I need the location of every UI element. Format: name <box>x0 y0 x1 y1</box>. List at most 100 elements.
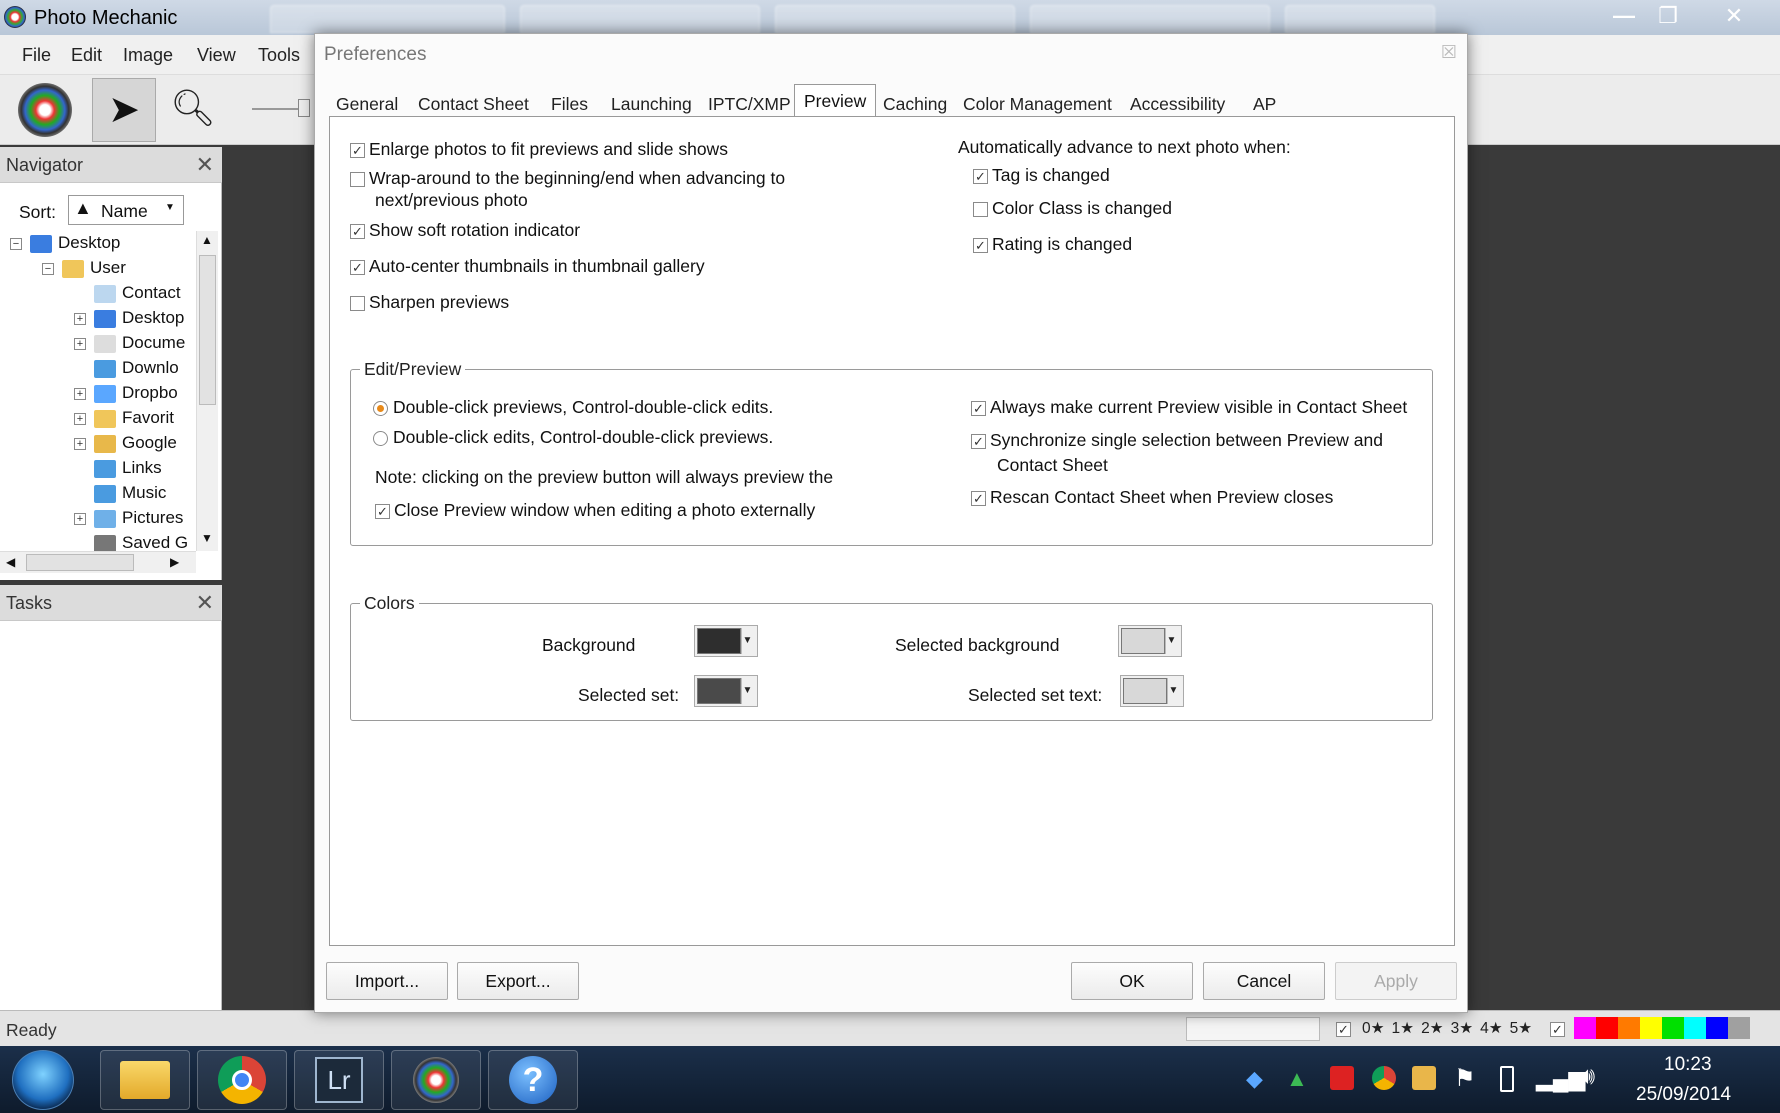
expand-toggle-icon[interactable]: + <box>74 412 86 425</box>
battery-icon[interactable] <box>1500 1066 1514 1092</box>
scroll-thumb[interactable] <box>26 554 134 571</box>
selected-background-color-picker[interactable]: ▼ <box>1118 625 1182 657</box>
photo-mechanic-icon[interactable] <box>391 1050 481 1110</box>
color-class-filter-5[interactable] <box>1684 1017 1706 1039</box>
tray-drive-icon[interactable]: ▲ <box>1286 1066 1308 1092</box>
tray-antivirus-icon[interactable] <box>1330 1066 1354 1090</box>
explorer-icon[interactable] <box>100 1050 190 1110</box>
tree-item[interactable]: + Dropbo <box>74 383 178 407</box>
menu-file[interactable]: File <box>22 45 51 66</box>
network-icon[interactable]: ▂▄▆ <box>1536 1066 1585 1092</box>
browser-tab[interactable] <box>270 5 505 33</box>
checkbox[interactable]: ✓ <box>971 433 986 449</box>
scroll-right-icon[interactable]: ▶ <box>170 555 179 569</box>
expand-toggle-icon[interactable]: + <box>74 437 86 450</box>
checkbox[interactable]: ✓ <box>971 400 986 416</box>
tree-item[interactable]: − Desktop <box>10 233 120 257</box>
tag-changed-option[interactable]: ✓ Tag is changed <box>973 165 1110 186</box>
wrap-around-option[interactable]: Wrap-around to the beginning/end when ad… <box>350 168 785 189</box>
tree-item[interactable]: + Favorit <box>74 408 174 432</box>
color-class-filter-6[interactable] <box>1706 1017 1728 1039</box>
selected-set-color-picker[interactable]: ▼ <box>694 675 758 707</box>
browser-tab[interactable] <box>1030 5 1270 33</box>
scroll-down-icon[interactable]: ▼ <box>201 531 213 545</box>
rating-filter-4[interactable]: 4★ <box>1480 1020 1503 1037</box>
radio-button[interactable] <box>373 400 388 416</box>
expand-toggle-icon[interactable]: + <box>74 512 86 525</box>
rating-filter-3[interactable]: 3★ <box>1451 1020 1474 1037</box>
horizontal-scrollbar[interactable]: ◀ ▶ <box>0 551 196 573</box>
color-class-filter-1[interactable] <box>1596 1017 1618 1039</box>
background-color-picker[interactable]: ▼ <box>694 625 758 657</box>
tree-item[interactable]: Contact <box>74 283 181 307</box>
checkbox[interactable]: ✓ <box>971 490 986 506</box>
zoom-slider-handle[interactable] <box>298 99 310 117</box>
close-preview-option[interactable]: ✓ Close Preview window when editing a pho… <box>375 500 815 521</box>
color-class-filter-4[interactable] <box>1662 1017 1684 1039</box>
menu-image[interactable]: Image <box>123 45 173 66</box>
volume-icon[interactable]: 🔊︎ <box>1580 1063 1595 1091</box>
tree-item[interactable]: Saved G <box>74 533 188 551</box>
double-click-edits-radio[interactable]: Double-click edits, Control-double-click… <box>373 427 773 448</box>
scroll-left-icon[interactable]: ◀ <box>6 555 15 569</box>
checkbox[interactable] <box>973 201 988 217</box>
sharpen-previews-option[interactable]: Sharpen previews <box>350 292 509 313</box>
lightroom-icon[interactable]: Lr <box>294 1050 384 1110</box>
rating-filter-2[interactable]: 2★ <box>1421 1020 1444 1037</box>
rescan-contact-sheet-option[interactable]: ✓ Rescan Contact Sheet when Preview close… <box>971 487 1333 508</box>
dialog-close-icon[interactable]: ☒ <box>1441 42 1457 63</box>
expand-toggle-icon[interactable]: + <box>74 312 86 325</box>
browser-tab[interactable] <box>775 5 1015 33</box>
menu-view[interactable]: View <box>197 45 236 66</box>
maximize-button[interactable]: ❐ <box>1646 2 1690 30</box>
checkbox[interactable] <box>350 171 365 187</box>
clock-time[interactable]: 10:23 <box>1664 1054 1712 1076</box>
soft-rotation-option[interactable]: ✓ Show soft rotation indicator <box>350 220 580 241</box>
close-icon[interactable]: ✕ <box>196 590 214 616</box>
tray-chrome-icon[interactable] <box>1372 1066 1396 1090</box>
color-class-filter-7[interactable] <box>1728 1017 1750 1039</box>
checkbox[interactable]: ✓ <box>350 223 365 239</box>
apply-button[interactable]: Apply <box>1335 962 1457 1000</box>
scroll-thumb[interactable] <box>199 255 216 405</box>
close-button[interactable]: ✕ <box>1712 2 1756 30</box>
tree-item[interactable]: − User <box>42 258 126 282</box>
scroll-up-icon[interactable]: ▲ <box>201 233 213 247</box>
always-visible-option[interactable]: ✓ Always make current Preview visible in … <box>971 397 1407 418</box>
checkbox[interactable]: ✓ <box>375 503 390 519</box>
tab-preview[interactable]: Preview <box>794 84 877 118</box>
tree-item[interactable]: + Pictures <box>74 508 183 532</box>
import-button[interactable]: Import... <box>326 962 448 1000</box>
menu-edit[interactable]: Edit <box>71 45 102 66</box>
rating-changed-option[interactable]: ✓ Rating is changed <box>973 234 1132 255</box>
minimize-button[interactable]: — <box>1602 2 1646 30</box>
checkbox[interactable]: ✓ <box>973 237 988 253</box>
settings-gear-icon[interactable] <box>18 83 72 137</box>
expand-toggle-icon[interactable]: − <box>10 237 22 250</box>
color-class-filter-0[interactable] <box>1574 1017 1596 1039</box>
tree-item[interactable]: + Desktop <box>74 308 184 332</box>
double-click-previews-radio[interactable]: Double-click previews, Control-double-cl… <box>373 397 773 418</box>
tree-item[interactable]: + Google <box>74 433 177 457</box>
expand-toggle-icon[interactable]: + <box>74 337 86 350</box>
cancel-button[interactable]: Cancel <box>1203 962 1325 1000</box>
clock-date[interactable]: 25/09/2014 <box>1636 1084 1731 1106</box>
expand-toggle-icon[interactable]: − <box>42 262 54 275</box>
checkbox[interactable]: ✓ <box>973 168 988 184</box>
help-icon[interactable]: ? <box>488 1050 578 1110</box>
rating-filter-1[interactable]: 1★ <box>1392 1020 1415 1037</box>
tray-dropbox-icon[interactable]: ◆ <box>1246 1066 1263 1092</box>
export-button[interactable]: Export... <box>457 962 579 1000</box>
synchronize-selection-option[interactable]: ✓ Synchronize single selection between Pr… <box>971 430 1383 451</box>
rating-filter-5[interactable]: 5★ <box>1510 1020 1533 1037</box>
select-tool-button[interactable]: ➤ <box>92 78 156 142</box>
sort-dropdown[interactable]: ▲ Name ▼ <box>68 195 184 225</box>
selected-set-text-color-picker[interactable]: ▼ <box>1120 675 1184 707</box>
browser-tab[interactable] <box>1285 5 1435 33</box>
rating-filter-0[interactable]: 0★ <box>1362 1020 1385 1037</box>
tree-item[interactable]: + Docume <box>74 333 185 357</box>
start-orb-icon[interactable] <box>12 1050 74 1110</box>
flag-icon[interactable]: ⚑ <box>1454 1064 1476 1093</box>
checkbox[interactable] <box>350 295 365 311</box>
tree-item[interactable]: Downlo <box>74 358 179 382</box>
